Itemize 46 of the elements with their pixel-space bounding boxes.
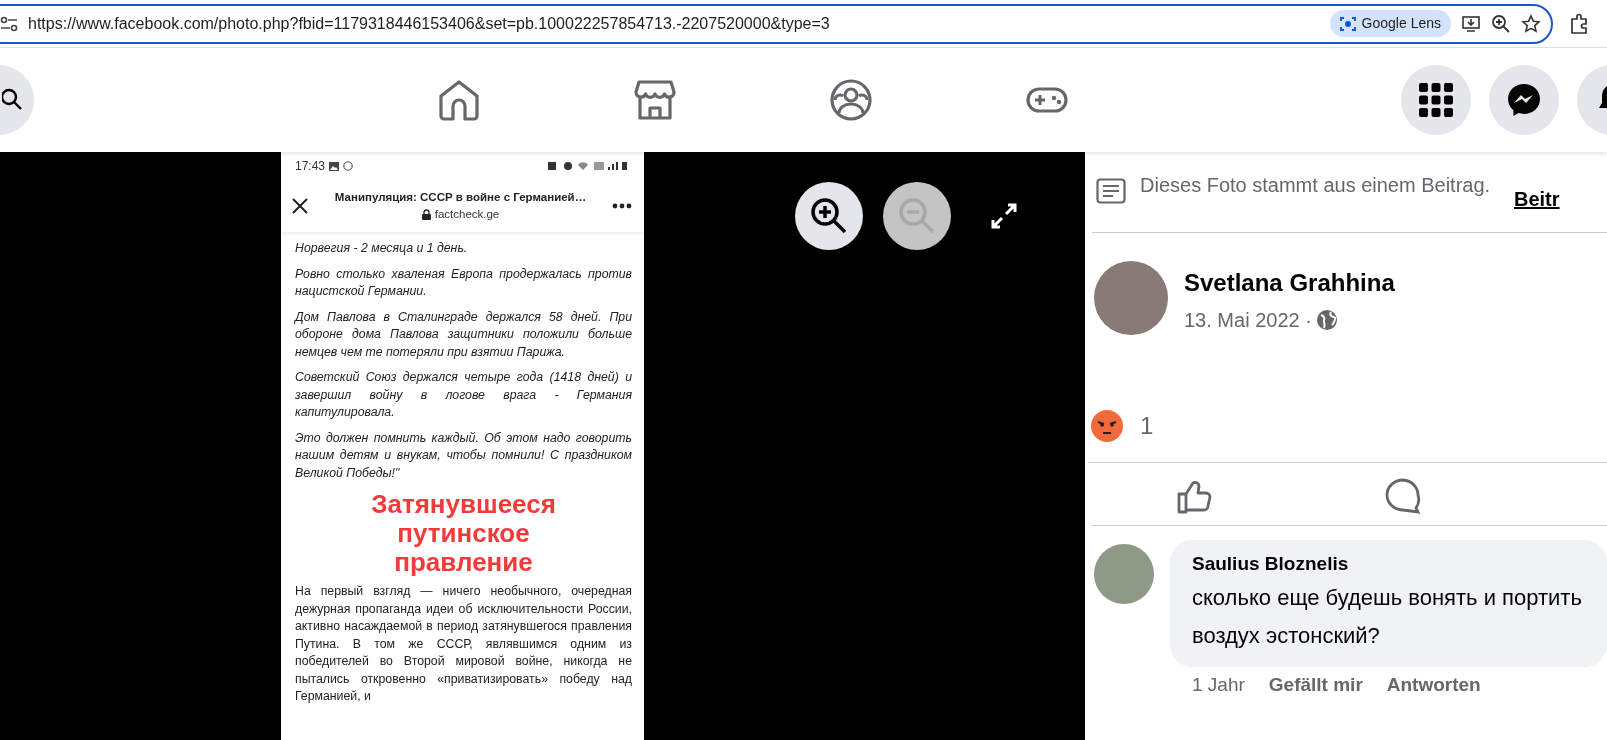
url-text[interactable]: https://www.facebook.com/photo.php?fbid=1179318446153406&set=pb.100022257854713.-2207520000&type=3 (28, 11, 1320, 36)
post-notice: Dieses Foto stammt aus einem Beitrag. (1140, 173, 1492, 198)
article-paragraph: На первый взгляд — ничего необычного, очередная дежурная пропаганда идеи об исключительности России, активно насаждаемой в период затянувшегося правления Путина. В том же СССР, являвшимся одним из победителей во Второй мировой войне, никогда не пытались откровенно «приватизировать» победу над Германией, и (295, 583, 632, 705)
more-icon[interactable] (612, 203, 632, 209)
angry-emoji-icon[interactable] (1090, 409, 1124, 443)
quote-paragraph: Дом Павлова в Сталинграде держался 58 дней. При обороне дома Павлова защитники положили больше немцев чем те потеряли при взятии Парижа. (295, 308, 632, 361)
expand-icon (990, 202, 1018, 230)
shop-icon (633, 78, 677, 122)
home-icon (437, 78, 481, 122)
article-domain: factcheck.ge (434, 207, 500, 222)
comment-icon[interactable] (1384, 477, 1422, 515)
site-settings-icon[interactable] (0, 15, 18, 32)
reaction-count[interactable]: 1 (1140, 408, 1154, 444)
google-lens-button[interactable]: Google Lens (1329, 10, 1451, 37)
camera-icon (1339, 15, 1356, 32)
quote-paragraph: Советский Союз держался четыре года (1418 дней) и завершил войну в логове врага - Германия капитулировала. (295, 369, 632, 421)
like-link[interactable]: Gefällt mir (1268, 670, 1363, 699)
overlay-caption: Затянувшееся путинское правление (370, 490, 557, 577)
star-icon[interactable] (1521, 13, 1541, 34)
quote-paragraph: Это должен помнить каждый. Об этом надо говорить нашим детям и внукам, чтобы помнили! С праздником Великой Победы!" (295, 429, 632, 482)
close-icon[interactable] (291, 197, 309, 215)
status-time: 17:43 (295, 158, 326, 175)
comment-text: сколько еще будешь вонять и портить воздух эстонский? (1192, 583, 1583, 650)
zoom-icon[interactable] (1491, 13, 1511, 34)
post-link[interactable]: Beitr (1514, 184, 1560, 214)
post-date[interactable]: 13. Mai 2022 · (1184, 305, 1312, 335)
quote-paragraph: Ровно столько хваленая Европа продержалась против нацистской Германии. (295, 265, 632, 300)
globe-icon (1315, 309, 1338, 331)
address-bar[interactable]: https://www.facebook.com/photo.php?fbid=1179318446153406&set=pb.100022257854713.-2207520000&type=3 Google Lens (0, 3, 1553, 44)
chat-icon (343, 161, 354, 171)
quote-paragraph: Норвегия - 2 месяца и 1 день. (295, 240, 469, 257)
zoom-out-icon (898, 197, 936, 235)
image-icon (329, 161, 340, 171)
reply-link[interactable]: Antworten (1386, 670, 1481, 699)
lock-icon (421, 209, 431, 221)
zoom-in-icon (810, 197, 848, 235)
people-circle-icon (829, 78, 873, 122)
grid-icon (1419, 83, 1453, 117)
messenger-icon (1506, 82, 1542, 118)
install-icon[interactable] (1461, 13, 1481, 34)
document-icon (1096, 178, 1126, 204)
article-title: Манипуляция: СССР в войне с Германией… (333, 189, 588, 205)
comment-author[interactable]: Saulius Bloznelis (1192, 550, 1593, 579)
avatar[interactable] (1094, 544, 1154, 604)
author-name[interactable]: Svetlana Grahhina (1184, 265, 1395, 301)
comment-time[interactable]: 1 Jahr (1192, 670, 1245, 699)
